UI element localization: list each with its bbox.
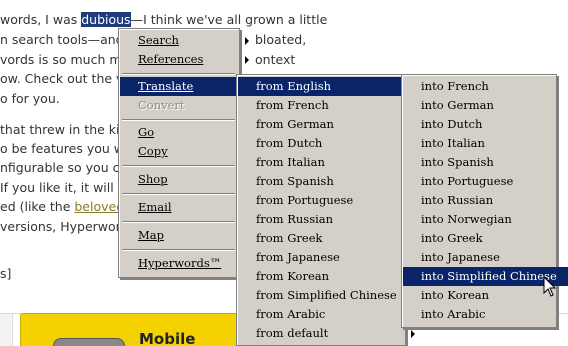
menu-item-email[interactable]: Email <box>120 198 255 217</box>
menu-item-map[interactable]: Map <box>120 226 255 245</box>
submenu-item-from-german[interactable]: from German <box>238 115 421 134</box>
submenu-item-into-japanese[interactable]: into Japanese <box>403 248 568 267</box>
submenu-item-from-japanese[interactable]: from Japanese <box>238 248 421 267</box>
mouse-pointer-icon <box>543 276 557 297</box>
context-menu: Search References Translate Convert Go C… <box>118 28 255 278</box>
menu-separator <box>122 165 235 167</box>
submenu-item-into-norwegian[interactable]: into Norwegian <box>403 210 568 229</box>
submenu-item-into-dutch[interactable]: into Dutch <box>403 115 568 134</box>
submenu-item-from-arabic[interactable]: from Arabic <box>238 305 421 324</box>
menu-item-copy[interactable]: Copy <box>120 142 255 161</box>
menu-item-convert: Convert <box>120 96 255 115</box>
submenu-item-from-italian[interactable]: from Italian <box>238 153 421 172</box>
menu-item-shop[interactable]: Shop <box>120 170 255 189</box>
menu-item-translate[interactable]: Translate <box>120 77 255 96</box>
submenu-item-into-portuguese[interactable]: into Portuguese <box>403 172 568 191</box>
submenu-item-from-korean[interactable]: from Korean <box>238 267 421 286</box>
submenu-item-from-french[interactable]: from French <box>238 96 421 115</box>
article-line: that threw in the kitc <box>0 122 132 137</box>
article-text: ed (like the <box>0 199 75 214</box>
device-image <box>53 338 125 346</box>
menu-item-go[interactable]: Go <box>120 123 255 142</box>
menu-separator <box>122 193 235 195</box>
article-line: s] <box>0 266 12 281</box>
article-text: bloated, <box>255 32 307 47</box>
article-text: —I think we've all grown a little <box>130 12 328 27</box>
submenu-item-into-spanish[interactable]: into Spanish <box>403 153 568 172</box>
submenu-item-into-german[interactable]: into German <box>403 96 568 115</box>
submenu-item-into-italian[interactable]: into Italian <box>403 134 568 153</box>
selected-word[interactable]: dubious <box>81 12 131 27</box>
chevron-right-icon <box>245 56 249 64</box>
article-line: o for you. <box>0 91 60 106</box>
chevron-right-icon <box>411 330 415 338</box>
menu-item-hyperwords[interactable]: Hyperwords™ <box>120 254 255 273</box>
submenu-item-from-portuguese[interactable]: from Portuguese <box>238 191 421 210</box>
menu-separator <box>122 249 235 251</box>
submenu-item-into-french[interactable]: into French <box>403 77 568 96</box>
sidebar-edge <box>0 314 13 346</box>
translate-submenu: from English from French from German fro… <box>236 74 421 346</box>
ad-headline: Mobile <box>139 330 196 346</box>
submenu-item-into-greek[interactable]: into Greek <box>403 229 568 248</box>
menu-item-references[interactable]: References <box>120 50 255 69</box>
submenu-item-from-english[interactable]: from English <box>238 77 421 96</box>
chevron-right-icon <box>245 37 249 45</box>
menu-separator <box>122 73 235 75</box>
article-text: ontext <box>255 52 296 67</box>
article-line: ow. Check out the vid <box>0 71 135 86</box>
submenu-item-from-default[interactable]: from default <box>238 324 421 343</box>
submenu-item-into-arabic[interactable]: into Arabic <box>403 305 568 324</box>
submenu-item-from-greek[interactable]: from Greek <box>238 229 421 248</box>
from-english-submenu: into French into German into Dutch into … <box>401 74 568 328</box>
submenu-item-from-dutch[interactable]: from Dutch <box>238 134 421 153</box>
menu-separator <box>122 119 235 121</box>
submenu-item-from-russian[interactable]: from Russian <box>238 210 421 229</box>
submenu-item-into-russian[interactable]: into Russian <box>403 191 568 210</box>
article-line: ed (like the beloved A <box>0 199 137 214</box>
submenu-item-from-spanish[interactable]: from Spanish <box>238 172 421 191</box>
submenu-item-from-simplified-chinese[interactable]: from Simplified Chinese <box>238 286 421 305</box>
menu-separator <box>122 221 235 223</box>
menu-item-search[interactable]: Search <box>120 31 255 50</box>
article-line: words, I was dubious—I think we've all g… <box>0 12 327 27</box>
article-text: words, I was <box>0 12 82 27</box>
